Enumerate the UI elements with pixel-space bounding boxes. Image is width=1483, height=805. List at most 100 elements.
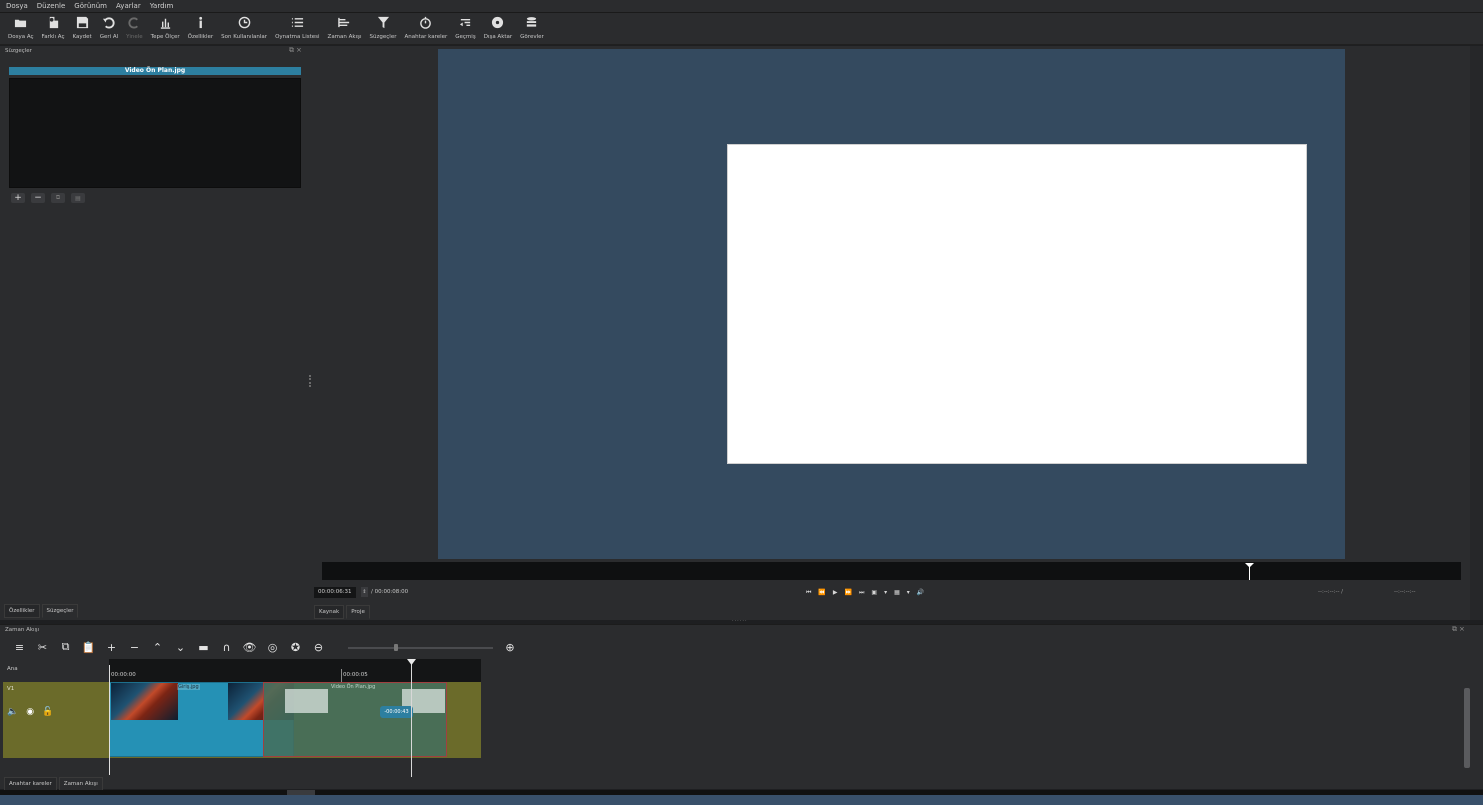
track-header-v1[interactable]: V1 🔈 ◉ 🔓 bbox=[3, 682, 109, 758]
properties-button[interactable]: Özellikler bbox=[184, 13, 218, 45]
timeline-playhead-icon[interactable] bbox=[407, 659, 416, 665]
filter-operations: + − ⧉ ▤ bbox=[11, 193, 85, 203]
remove-filter-button[interactable]: − bbox=[31, 193, 45, 203]
timeline-icon bbox=[338, 17, 350, 28]
open-other-button[interactable]: Farklı Aç bbox=[38, 13, 69, 45]
grid-icon[interactable]: ▦ bbox=[894, 589, 900, 596]
split-icon[interactable]: ▬ bbox=[192, 639, 215, 655]
overwrite-icon[interactable]: ⌄ bbox=[169, 639, 192, 655]
menu-settings[interactable]: Ayarlar bbox=[116, 2, 141, 10]
chevron-down-icon[interactable]: ▾ bbox=[884, 589, 887, 596]
current-timecode[interactable]: 00:00:06:31 bbox=[314, 587, 356, 598]
timeline-label: Zaman Akışı bbox=[327, 34, 362, 40]
desktop-bottom-strip bbox=[0, 795, 1483, 805]
history-icon bbox=[459, 19, 471, 27]
horizontal-splitter-handle[interactable]: ...... bbox=[732, 617, 748, 623]
plus-icon: + bbox=[14, 193, 22, 203]
paste-filters-button[interactable]: ▤ bbox=[71, 193, 85, 203]
menu-file[interactable]: Dosya bbox=[6, 2, 28, 10]
ripple-delete-icon[interactable]: − bbox=[123, 639, 146, 655]
peak-meter-icon bbox=[160, 18, 170, 29]
lift-icon[interactable]: ⌃ bbox=[146, 639, 169, 655]
player-scrubber[interactable] bbox=[322, 562, 1461, 580]
menu-help[interactable]: Yardım bbox=[150, 2, 174, 10]
jobs-button[interactable]: Görevler bbox=[516, 13, 548, 45]
fast-forward-icon[interactable]: ⏩ bbox=[845, 589, 852, 596]
timeline-clip-foreground[interactable]: Video Ön Plan.jpg bbox=[263, 682, 447, 757]
ruler-label-5s: 00:00:05 bbox=[343, 672, 368, 678]
recent-button[interactable]: Son Kullanılanlar bbox=[217, 13, 271, 45]
ripple-all-icon[interactable]: ✪ bbox=[284, 639, 307, 655]
save-button[interactable]: Kaydet bbox=[69, 13, 96, 45]
zoom-toggle-icon[interactable]: ▣ bbox=[871, 589, 877, 596]
tab-project[interactable]: Proje bbox=[346, 605, 370, 619]
tab-filters[interactable]: Süzgeçler bbox=[41, 604, 79, 618]
mute-icon[interactable]: 🔈 bbox=[7, 707, 18, 717]
scrollbar-thumb[interactable] bbox=[1464, 688, 1470, 768]
eye-icon[interactable]: ◉ bbox=[26, 707, 34, 717]
zoom-in-icon[interactable]: ⊕ bbox=[500, 639, 520, 655]
timeline-float-close-controls[interactable]: ⧉⨯ bbox=[1452, 625, 1467, 634]
play-icon[interactable]: ▶ bbox=[833, 589, 838, 596]
copy-filters-button[interactable]: ⧉ bbox=[51, 193, 65, 203]
cut-icon[interactable]: ✂ bbox=[31, 639, 54, 655]
timeline-start-marker bbox=[109, 665, 110, 775]
timeline-button[interactable]: Zaman Akışı bbox=[324, 13, 366, 45]
menu-view[interactable]: Görünüm bbox=[74, 2, 107, 10]
keyframes-button[interactable]: Anahtar kareler bbox=[400, 13, 451, 45]
timeline-vertical-scrollbar[interactable] bbox=[1463, 681, 1471, 776]
menu-edit[interactable]: Düzenle bbox=[37, 2, 66, 10]
undo-button[interactable]: Geri Al bbox=[96, 13, 122, 45]
peak-meter-button[interactable]: Tepe Ölçer bbox=[147, 13, 184, 45]
clip-foreground-label: Video Ön Plan.jpg bbox=[331, 684, 376, 690]
export-label: Dışa Aktar bbox=[483, 34, 513, 40]
redo-icon bbox=[128, 17, 138, 29]
scrub-eye-icon[interactable]: 👁 bbox=[238, 639, 261, 655]
timeline-menu-icon[interactable]: ≡ bbox=[8, 639, 31, 655]
paste-icon[interactable]: 📋 bbox=[77, 639, 100, 655]
clock-icon bbox=[238, 16, 250, 29]
playlist-button[interactable]: Oynatma Listesi bbox=[271, 13, 323, 45]
track-v1-label: V1 bbox=[7, 686, 15, 692]
volume-icon[interactable]: 🔊 bbox=[917, 589, 924, 596]
zoom-slider-track[interactable] bbox=[348, 647, 493, 649]
panel-float-close-controls[interactable]: ⧉⨯ bbox=[289, 46, 304, 55]
lock-icon[interactable]: 🔓 bbox=[42, 707, 53, 717]
tab-properties[interactable]: Özellikler bbox=[4, 604, 40, 618]
drop-ghost-left bbox=[285, 689, 328, 713]
selected-clip-title: Video Ön Plan.jpg bbox=[9, 67, 301, 75]
skip-start-icon[interactable]: ⏮ bbox=[806, 589, 811, 597]
timeline-ruler[interactable]: 00:00:00 00:00:05 bbox=[109, 659, 481, 682]
add-filter-button[interactable]: + bbox=[11, 193, 25, 203]
undo-icon bbox=[103, 17, 115, 29]
history-button[interactable]: Geçmiş bbox=[451, 13, 479, 45]
export-disc-icon bbox=[492, 16, 504, 29]
timeline-playhead[interactable] bbox=[411, 659, 412, 777]
playlist-label: Oynatma Listesi bbox=[275, 34, 320, 40]
panel-splitter-handle[interactable] bbox=[309, 375, 311, 387]
open-file-button[interactable]: Dosya Aç bbox=[4, 13, 38, 45]
tab-source[interactable]: Kaynak bbox=[314, 605, 345, 619]
tab-timeline[interactable]: Zaman Akışı bbox=[58, 777, 103, 791]
keyframes-label: Anahtar kareler bbox=[404, 34, 448, 40]
chevron-down-icon-2[interactable]: ▾ bbox=[907, 589, 910, 596]
filter-list[interactable] bbox=[9, 78, 301, 188]
snap-magnet-icon[interactable]: ∩ bbox=[215, 639, 238, 655]
append-icon[interactable]: + bbox=[100, 639, 123, 655]
copy-icon[interactable]: ⧉ bbox=[54, 639, 77, 655]
export-button[interactable]: Dışa Aktar bbox=[480, 13, 516, 45]
rewind-icon[interactable]: ⏪ bbox=[818, 589, 825, 596]
skip-end-icon[interactable]: ⏭ bbox=[859, 589, 864, 597]
zoom-slider-handle[interactable] bbox=[394, 644, 398, 651]
save-label: Kaydet bbox=[72, 34, 92, 40]
timecode-spinner[interactable]: ⇕ bbox=[361, 587, 368, 597]
timeline-title: Zaman Akışı bbox=[5, 627, 39, 633]
stopwatch-icon bbox=[420, 16, 432, 29]
properties-label: Özellikler bbox=[187, 34, 214, 40]
filters-button[interactable]: Süzgeçler bbox=[366, 13, 401, 45]
scrubber-playhead-icon[interactable] bbox=[1245, 562, 1254, 580]
tab-keyframes[interactable]: Anahtar kareler bbox=[4, 777, 57, 791]
ripple-icon[interactable]: ◎ bbox=[261, 639, 284, 655]
zoom-out-icon[interactable]: ⊖ bbox=[307, 639, 330, 655]
redo-button[interactable]: Yinele bbox=[122, 13, 146, 45]
